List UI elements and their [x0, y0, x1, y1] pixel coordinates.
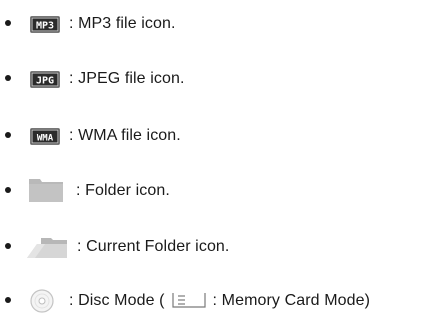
legend-item-folder: : Folder icon.: [0, 176, 430, 206]
legend-item-current-folder: : Current Folder icon.: [0, 232, 430, 262]
wma-file-icon: WMA: [30, 128, 60, 145]
mp3-file-icon: MP3: [30, 16, 60, 33]
mp3-badge-text: MP3: [36, 21, 54, 32]
mp3-description: : MP3 file icon.: [69, 15, 176, 32]
bullet: [5, 20, 11, 26]
disc-mode-description: : Disc Mode ( : Memory Card Mode): [69, 291, 370, 311]
icon-legend-list: MP3 : MP3 file icon. JPG : JPEG file ico…: [0, 0, 430, 333]
folder-description: : Folder icon.: [76, 182, 170, 199]
bullet: [5, 187, 11, 193]
legend-item-wma: WMA : WMA file icon.: [0, 121, 430, 151]
jpeg-badge-text: JPG: [36, 76, 54, 87]
wma-description: : WMA file icon.: [69, 127, 181, 144]
current-folder-icon: [27, 238, 67, 258]
legend-item-jpeg: JPG : JPEG file icon.: [0, 64, 430, 94]
bullet: [5, 132, 11, 138]
memory-card-mode-label: : Memory Card Mode): [212, 292, 371, 309]
disc-mode-label: : Disc Mode (: [69, 292, 165, 309]
jpeg-description: : JPEG file icon.: [69, 70, 185, 87]
bullet: [5, 297, 11, 303]
bullet: [5, 243, 11, 249]
folder-icon: [29, 179, 63, 202]
legend-item-disc-mode: : Disc Mode ( : Memory Card Mode): [0, 286, 430, 316]
bullet: [5, 75, 11, 81]
disc-mode-icon: [30, 289, 54, 313]
memory-card-mode-icon: [171, 292, 206, 308]
legend-item-mp3: MP3 : MP3 file icon.: [0, 9, 430, 39]
jpeg-file-icon: JPG: [30, 71, 60, 88]
current-folder-description: : Current Folder icon.: [77, 238, 230, 255]
wma-badge-text: WMA: [37, 134, 54, 144]
